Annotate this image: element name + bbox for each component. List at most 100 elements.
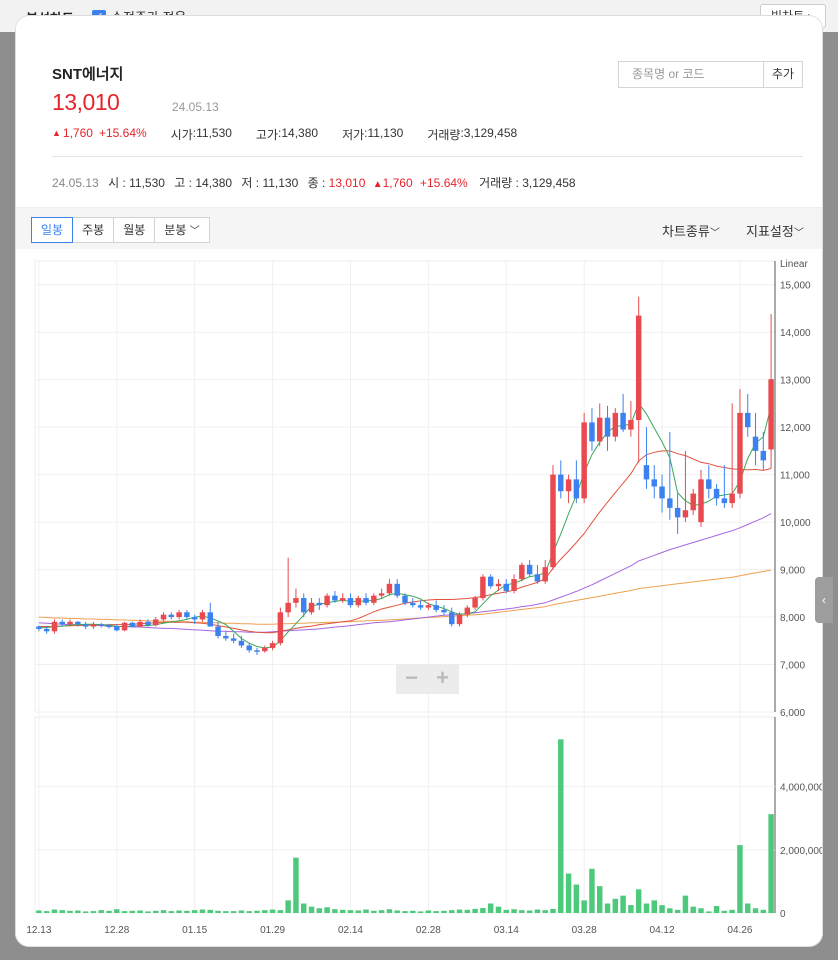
candle-body <box>597 417 603 442</box>
volume-bar <box>635 889 642 913</box>
candle-body <box>542 567 548 582</box>
candle-body <box>43 628 50 632</box>
candle-body <box>550 474 556 568</box>
candle-body <box>456 614 463 625</box>
volume-bar <box>550 908 556 913</box>
candle-body <box>324 595 330 606</box>
volume-bar <box>36 910 42 913</box>
volume-bar <box>82 911 89 913</box>
volume-bar <box>628 905 634 913</box>
volume-bar <box>137 910 143 913</box>
candle-body <box>667 498 673 508</box>
candle-body <box>363 598 369 603</box>
volume-bar <box>153 910 159 913</box>
candle-body <box>565 479 572 492</box>
price-tick-label: 14,000 <box>780 328 811 339</box>
volume-bar <box>456 909 463 913</box>
candle-body <box>441 609 447 613</box>
price-tick-label: 7,000 <box>780 661 805 672</box>
candle-body <box>628 420 634 430</box>
volume-bar <box>90 911 97 913</box>
candle-body <box>67 621 73 625</box>
candle-body <box>199 612 206 620</box>
volume-bar <box>643 903 650 913</box>
volume-bar <box>737 845 743 913</box>
price-tick-label: 9,000 <box>780 566 805 577</box>
stock-chart[interactable]: 15,000 14,000 13,000 12,000 11,000 10,000 9,00… <box>15 15 823 947</box>
candle-body <box>581 422 587 499</box>
volume-bar <box>215 910 221 913</box>
candle-body <box>59 621 65 625</box>
volume-bar <box>75 910 81 913</box>
candle-body <box>114 626 120 631</box>
price-tick-label: 6,000 <box>780 708 805 719</box>
volume-bar <box>394 910 400 913</box>
volume-bar <box>269 909 276 913</box>
candle-body <box>90 624 97 627</box>
volume-bar <box>573 884 580 913</box>
candle-body <box>721 498 728 504</box>
zoom-out-button[interactable]: − <box>396 664 427 694</box>
price-tick-label: 15,000 <box>780 281 811 292</box>
volume-bar <box>285 900 291 913</box>
candle-body <box>339 598 346 601</box>
volume-bar <box>417 911 424 913</box>
volume-bar <box>674 909 681 913</box>
candle-body <box>386 583 393 594</box>
x-tick-label: 04.26 <box>727 925 752 936</box>
price-tick-label: 11,000 <box>780 471 810 482</box>
candle-body <box>106 625 112 628</box>
candle-body <box>308 602 315 613</box>
candle-body <box>332 595 338 601</box>
candle-body <box>417 605 424 608</box>
candle-body <box>230 638 237 641</box>
volume-bar <box>191 910 198 913</box>
x-tick-label: 03.28 <box>572 925 597 936</box>
candle-body <box>215 626 221 637</box>
volume-bar <box>651 900 657 913</box>
side-collapse-handle[interactable]: ‹ <box>815 577 833 623</box>
candle-body <box>238 640 245 646</box>
volume-bar <box>254 910 260 913</box>
candle-body <box>316 602 323 606</box>
ma20-line <box>38 450 772 634</box>
price-tick-label: 8,000 <box>780 613 805 624</box>
candle-body <box>293 598 299 603</box>
candle-body <box>503 583 509 591</box>
candle-body <box>191 617 198 620</box>
volume-bar <box>511 909 517 913</box>
volume-bar <box>184 910 190 913</box>
volume-bar <box>713 906 720 913</box>
candle-body <box>394 583 400 596</box>
volume-bar <box>721 910 728 913</box>
volume-bar <box>308 906 315 913</box>
volume-bar <box>526 910 533 913</box>
candle-body <box>254 650 260 652</box>
volume-bar <box>495 906 502 913</box>
candle-body <box>612 412 619 437</box>
volume-bar <box>121 911 128 913</box>
volume-bar <box>472 908 478 913</box>
x-tick-label: 02.14 <box>338 925 363 936</box>
x-tick-label: 04.12 <box>650 925 675 936</box>
volume-bar <box>519 910 525 913</box>
candle-body <box>262 647 268 652</box>
tab-daily[interactable]: 일봉 <box>31 217 74 243</box>
candle-body <box>635 315 642 421</box>
candle-body <box>410 602 416 606</box>
candle-body <box>745 412 751 428</box>
candle-body <box>682 510 689 518</box>
volume-bar <box>604 903 611 913</box>
candle-body <box>153 619 159 626</box>
volume-bar <box>589 868 595 913</box>
zoom-in-button[interactable]: + <box>427 664 458 694</box>
candle-body <box>690 493 696 511</box>
volume-bar <box>706 911 712 913</box>
volume-bar <box>565 873 572 913</box>
candle-body <box>706 479 712 489</box>
candle-body <box>659 486 665 499</box>
volume-bar <box>67 910 73 913</box>
volume-bar <box>659 905 665 913</box>
chart-panel: SNT에너지 13,010 24.05.13 ▲ 1,760 +15.64% 시… <box>15 15 823 947</box>
volume-bar <box>402 911 408 913</box>
